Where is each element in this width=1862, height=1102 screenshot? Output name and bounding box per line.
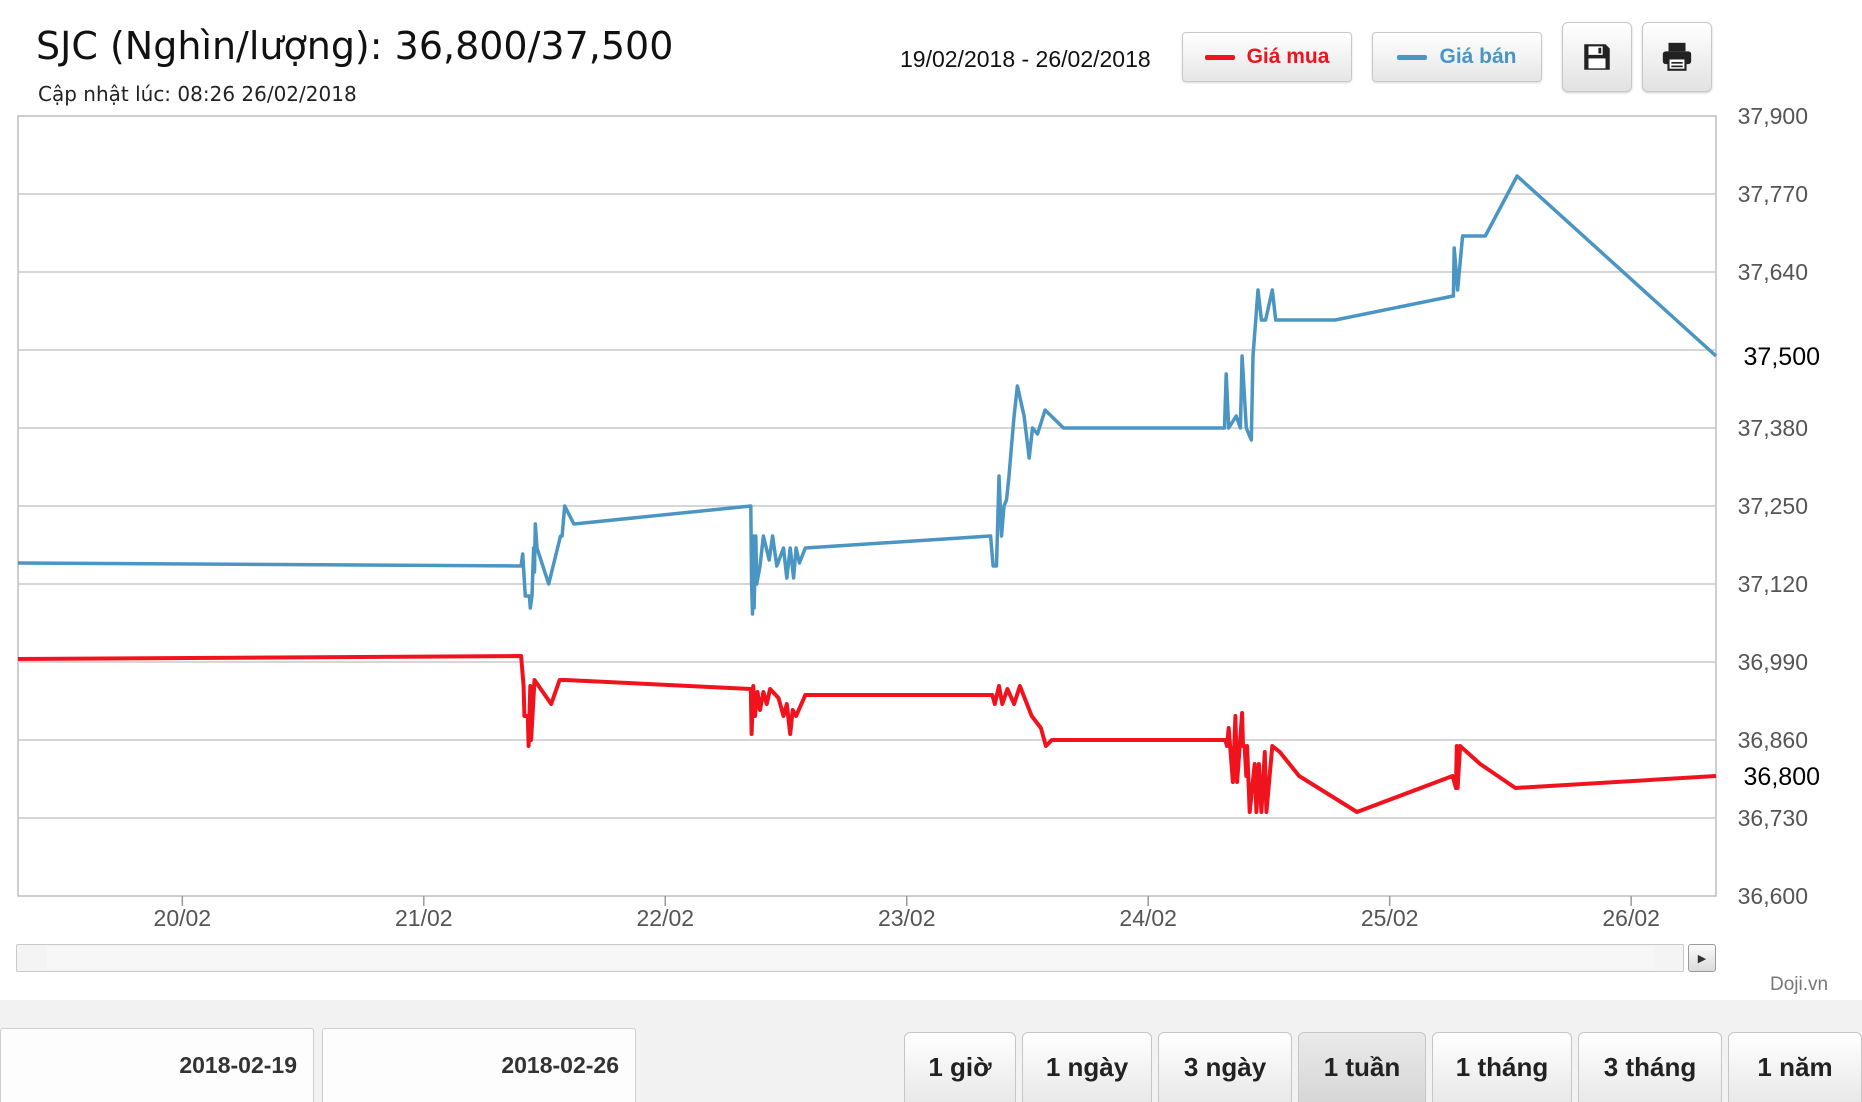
range-button-2[interactable]: 3 ngày (1158, 1032, 1292, 1102)
x-tick-label: 24/02 (1119, 905, 1177, 931)
range-button-5[interactable]: 3 tháng (1578, 1032, 1722, 1102)
x-tick-label: 26/02 (1602, 905, 1660, 931)
y-tick-label: 37,900 (1738, 103, 1808, 129)
x-tick-label: 21/02 (395, 905, 453, 931)
x-tick-label: 23/02 (878, 905, 936, 931)
last-buy-label: 36,800 (1744, 763, 1820, 791)
y-tick-label: 36,860 (1738, 727, 1808, 753)
price-chart: 37,90037,77037,64037,51037,38037,25037,1… (17, 103, 1824, 931)
range-button-3[interactable]: 1 tuần (1298, 1032, 1426, 1102)
x-tick-label: 25/02 (1361, 905, 1419, 931)
from-date-field[interactable]: 2018-02-19 (0, 1028, 314, 1102)
range-button-6[interactable]: 1 năm (1728, 1032, 1862, 1102)
y-tick-label: 37,380 (1738, 415, 1808, 441)
y-tick-label: 36,990 (1738, 649, 1808, 675)
last-sell-label: 37,500 (1744, 343, 1820, 371)
y-tick-label: 37,250 (1738, 493, 1808, 519)
credit-label: Doji.vn (1770, 974, 1829, 995)
y-tick-label: 36,730 (1738, 805, 1808, 831)
range-button-0[interactable]: 1 giờ (904, 1032, 1016, 1102)
y-tick-label: 37,640 (1738, 259, 1808, 285)
x-tick-label: 22/02 (636, 905, 694, 931)
to-date-field[interactable]: 2018-02-26 (322, 1028, 636, 1102)
scrollbar-thumb[interactable] (47, 947, 1653, 969)
y-tick-label: 37,120 (1738, 571, 1808, 597)
scroll-right-button[interactable]: ▶ (1688, 944, 1716, 972)
range-button-1[interactable]: 1 ngày (1022, 1032, 1152, 1102)
scrollbar-track[interactable] (16, 944, 1684, 972)
x-tick-label: 20/02 (154, 905, 212, 931)
y-tick-label: 36,600 (1738, 883, 1808, 909)
y-tick-label: 37,770 (1738, 181, 1808, 207)
range-button-4[interactable]: 1 tháng (1432, 1032, 1572, 1102)
